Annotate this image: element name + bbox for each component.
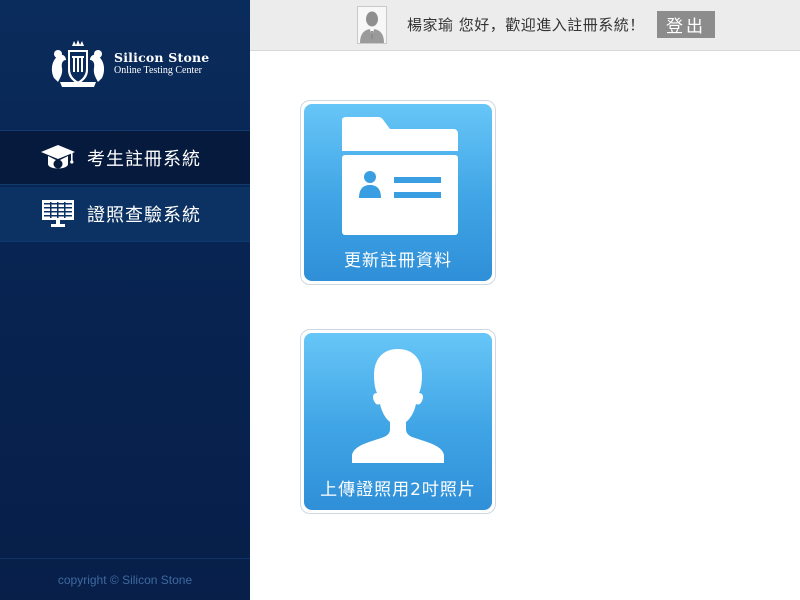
nav-item-registration[interactable]: 考生註冊系統 <box>0 130 250 185</box>
upload-photo-tile[interactable]: 上傳證照用2吋照片 <box>300 329 496 514</box>
brand-logo[interactable]: Silicon Stone Online Testing Center <box>46 38 216 90</box>
nav-item-label: 證照查驗系統 <box>87 205 201 226</box>
monitor-table-icon <box>42 200 74 227</box>
logout-button[interactable]: 登出 <box>657 11 715 38</box>
brand-title: Silicon Stone <box>114 50 210 66</box>
welcome-message: 楊家瑜 您好，歡迎進入註冊系統！ <box>407 16 645 34</box>
nav-item-certificate-check[interactable]: 證照查驗系統 <box>0 187 250 242</box>
tile-label: 更新註冊資料 <box>344 251 452 271</box>
sidebar: Silicon Stone Online Testing Center 考生註冊… <box>0 0 250 600</box>
crest-icon <box>51 40 105 87</box>
footer: copyright © Silicon Stone <box>0 558 250 600</box>
header-bar: 楊家瑜 您好，歡迎進入註冊系統！ 登出 <box>250 0 800 51</box>
brand-subtitle: Online Testing Center <box>114 65 202 77</box>
avatar <box>357 6 387 44</box>
tile-label: 上傳證照用2吋照片 <box>320 480 476 500</box>
update-registration-tile[interactable]: 更新註冊資料 <box>300 100 496 285</box>
copyright-text: copyright © Silicon Stone <box>57 572 193 587</box>
graduation-cap-icon <box>41 144 75 168</box>
user-avatar-icon <box>358 7 386 43</box>
person-silhouette-icon <box>352 349 444 463</box>
nav-item-label: 考生註冊系統 <box>87 148 201 170</box>
folder-id-card-icon <box>342 117 458 235</box>
